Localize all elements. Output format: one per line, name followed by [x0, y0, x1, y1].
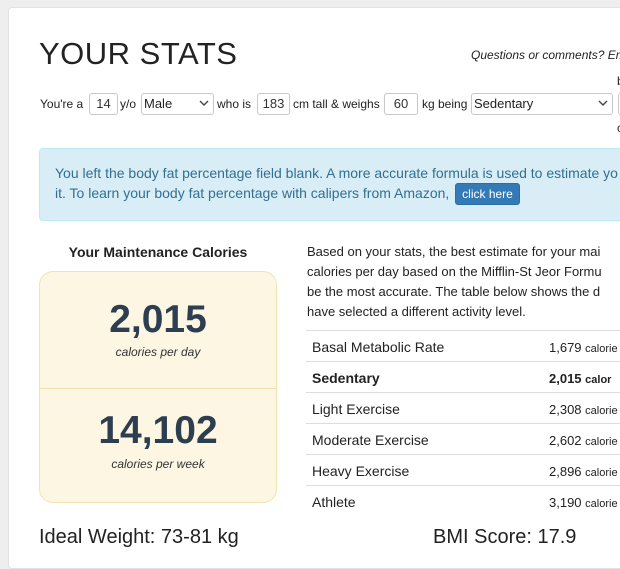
row-name: Athlete	[312, 494, 356, 510]
yo-label: y/o	[120, 97, 137, 111]
calories-per-week-label: calories per week	[111, 457, 205, 471]
description-line: be the most accurate. The table below sh…	[307, 284, 601, 299]
activity-select[interactable]: Sedentary	[471, 93, 613, 115]
youre-a-label: You're a	[40, 97, 84, 111]
kg-being-label: kg being	[422, 97, 468, 111]
row-name: Heavy Exercise	[312, 463, 410, 479]
table-row: Moderate Exercise 2,602 calorie	[306, 423, 620, 454]
row-value: 2,015 calor	[549, 371, 612, 386]
gender-select[interactable]: Male	[141, 93, 214, 115]
bmi-score: BMI Score: 17.9	[433, 526, 577, 548]
activity-value: Sedentary	[474, 96, 534, 111]
alert-line-2: it. To learn your body fat percentage wi…	[55, 185, 450, 201]
who-is-label: who is	[217, 97, 252, 111]
chevron-down-icon	[199, 96, 209, 110]
calories-per-day-value: 2,015	[109, 298, 207, 341]
bodyfat-alert: You left the body fat percentage field b…	[39, 148, 620, 221]
table-row: Heavy Exercise 2,896 calorie	[306, 454, 620, 485]
row-name: Moderate Exercise	[312, 432, 429, 448]
click-here-button[interactable]: click here	[455, 183, 520, 206]
page-title: YOUR STATS	[39, 36, 238, 71]
alert-line-1: You left the body fat percentage field b…	[55, 165, 618, 181]
gender-value: Male	[144, 96, 173, 111]
row-value: 1,679 calorie	[549, 340, 618, 355]
description-line: have selected a different activity level…	[307, 304, 526, 319]
estimate-description: Based on your stats, the best estimate f…	[307, 242, 620, 322]
row-name: Basal Metabolic Rate	[312, 339, 445, 355]
weight-input[interactable]: 60	[384, 93, 418, 115]
stats-panel: YOUR STATS Questions or comments? Em You…	[8, 7, 620, 569]
row-name: Sedentary	[312, 370, 380, 386]
height-input[interactable]: 183	[257, 93, 290, 115]
row-value: 3,190 calorie	[549, 495, 618, 510]
table-row: Light Exercise 2,308 calorie	[306, 392, 620, 423]
chevron-down-icon	[598, 96, 608, 110]
cm-tall-label: cm tall & weighs	[293, 97, 380, 111]
maintenance-title: Your Maintenance Calories	[68, 244, 248, 260]
calories-per-day-label: calories per day	[115, 345, 201, 359]
calories-per-week-value: 14,102	[98, 409, 218, 452]
row-value: 2,896 calorie	[549, 464, 618, 479]
ideal-weight: Ideal Weight: 73-81 kg	[39, 526, 239, 548]
activity-table: Basal Metabolic Rate 1,679 calorie Seden…	[306, 330, 620, 516]
table-row: Athlete 3,190 calorie	[306, 485, 620, 516]
row-name: Light Exercise	[312, 401, 400, 417]
maintenance-box: 2,015 calories per day 14,102 calories p…	[39, 271, 277, 503]
table-row: Sedentary 2,015 calor	[306, 361, 620, 392]
row-value: 2,602 calorie	[549, 433, 618, 448]
questions-text[interactable]: Questions or comments? Em	[471, 48, 620, 62]
row-value: 2,308 calorie	[549, 402, 618, 417]
maintenance-divider	[40, 388, 276, 389]
description-line: Based on your stats, the best estimate f…	[307, 244, 601, 259]
age-input[interactable]: 14	[89, 93, 118, 115]
description-line: calories per day based on the Mifflin-St…	[307, 264, 602, 279]
table-row: Basal Metabolic Rate 1,679 calorie	[306, 330, 620, 361]
